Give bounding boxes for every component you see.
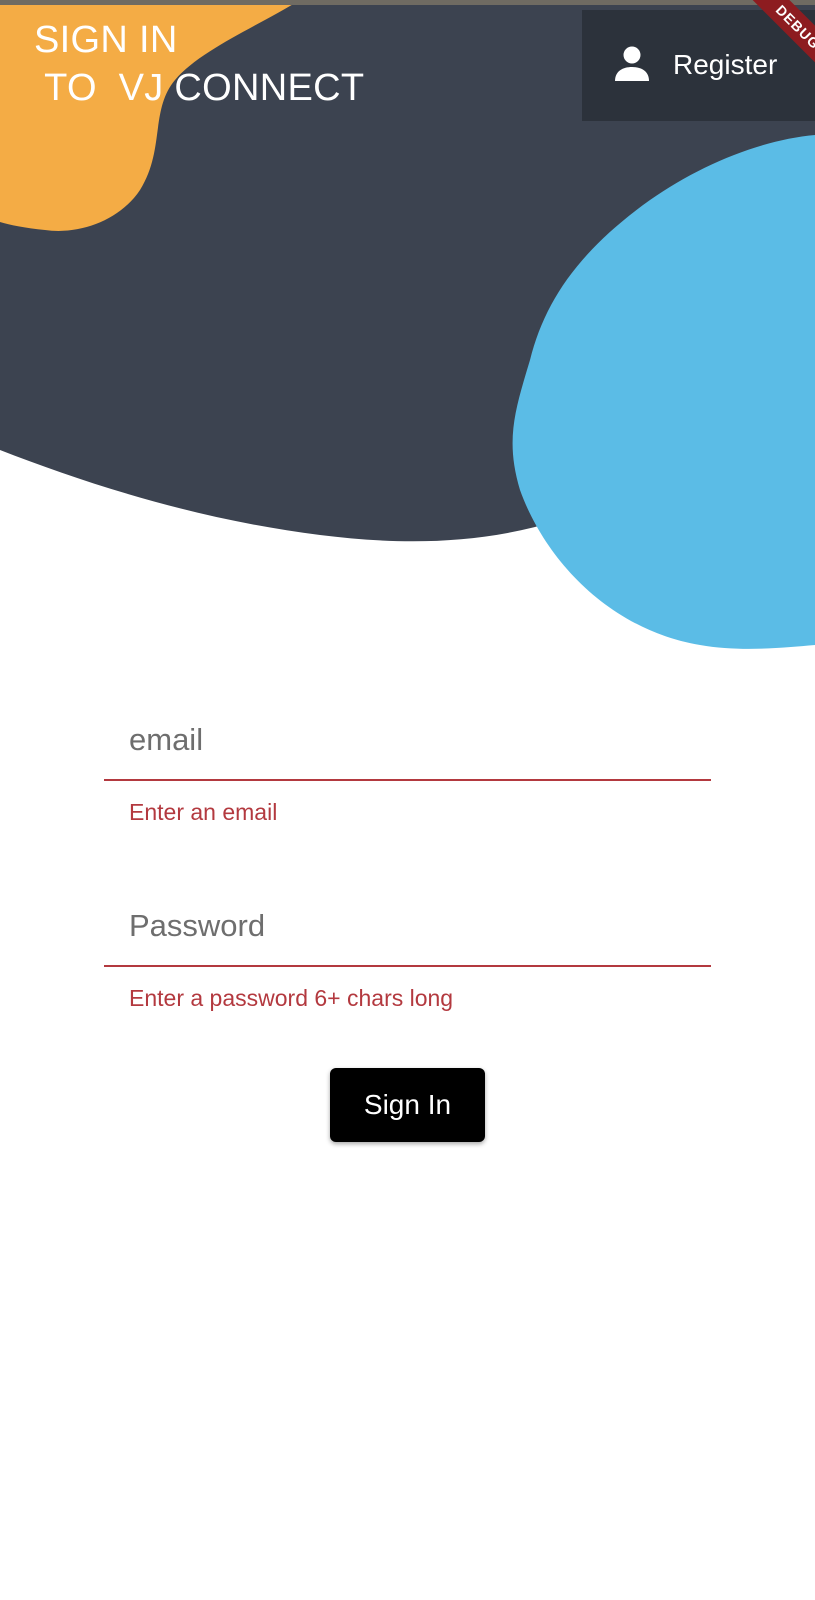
debug-ribbon-label: DEBUG (749, 0, 815, 76)
password-error-text: Enter a password 6+ chars long (129, 985, 454, 1011)
password-field[interactable] (104, 887, 711, 967)
person-icon (615, 46, 649, 81)
email-error-text: Enter an email (129, 799, 278, 825)
app-bar: SIGN IN TO VJ CONNECT Register (0, 0, 815, 130)
sign-in-button[interactable]: Sign In (330, 1068, 485, 1142)
sign-in-screen: SIGN IN TO VJ CONNECT Register DEBUG Ent… (0, 0, 815, 1600)
debug-banner: DEBUG (735, 0, 815, 80)
page-title: SIGN IN TO VJ CONNECT (34, 19, 365, 109)
status-strip (0, 0, 815, 5)
email-field[interactable] (104, 701, 711, 781)
